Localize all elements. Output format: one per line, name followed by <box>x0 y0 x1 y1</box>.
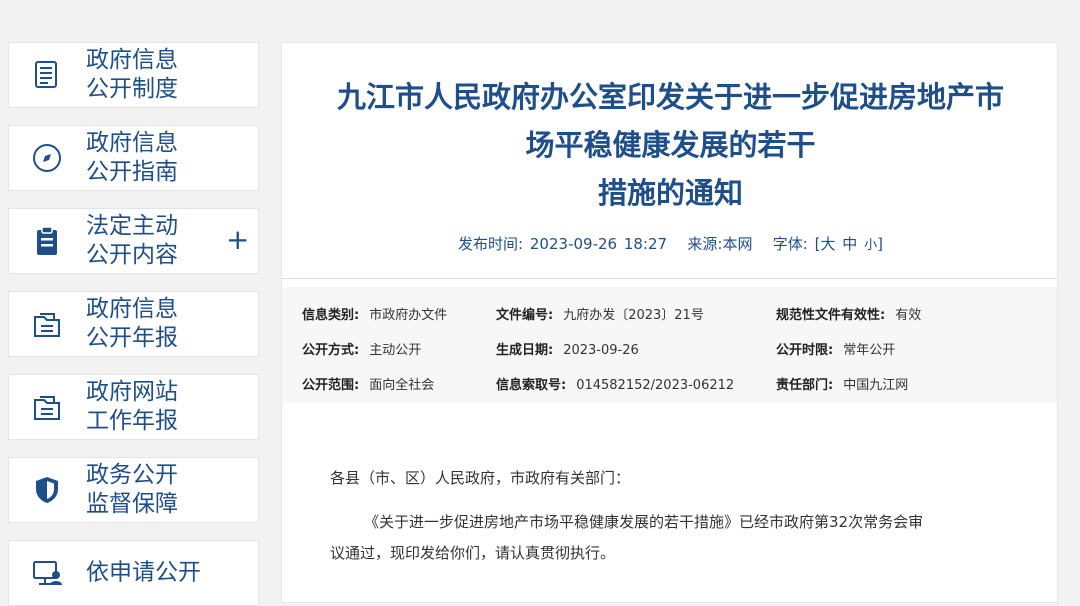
font-large-button[interactable]: 大 <box>820 235 835 253</box>
meta-value: 主动公开 <box>369 343 422 358</box>
meta-field: 信息类别: 市政府办文件 <box>302 304 447 323</box>
sidebar-item-label: 法定主动 公开内容 <box>86 213 178 268</box>
publish-time: 2023-09-26 18:27 <box>529 235 668 253</box>
font-medium-button[interactable]: 中 <box>842 235 857 253</box>
computer-user-icon <box>31 557 63 589</box>
source-label: 来源: <box>687 235 723 253</box>
meta-key: 责任部门: <box>776 378 834 393</box>
meta-key: 公开时限: <box>776 343 834 358</box>
meta-key: 生成日期: <box>496 343 554 358</box>
meta-value: 014582152/2023-06212 <box>576 378 735 393</box>
meta-key: 信息索取号: <box>496 378 567 393</box>
compass-icon <box>31 142 63 174</box>
sidebar-item-website-report[interactable]: 政府网站 工作年报 <box>8 374 259 440</box>
body-paragraph-line: 《关于进一步促进房地产市场平稳健康发展的若干措施》已经市政府第32次常务会审 <box>364 513 924 531</box>
meta-field: 文件编号: 九府办发〔2023〕21号 <box>496 304 704 323</box>
meta-value: 有效 <box>895 308 922 323</box>
folder-report-icon <box>31 308 63 340</box>
document-list-icon <box>31 59 63 91</box>
sidebar-item-label: 政务公开 监督保障 <box>86 462 178 517</box>
meta-key: 规范性文件有效性: <box>776 308 886 323</box>
metadata-table: 信息类别: 市政府办文件 文件编号: 九府办发〔2023〕21号 规范性文件有效性:… <box>282 287 1057 403</box>
folder-report-icon <box>31 391 63 423</box>
body-salutation: 各县（市、区）人民政府，市政府有关部门： <box>330 469 631 487</box>
shield-icon <box>31 474 63 506</box>
sidebar-item-label: 政府信息 公开制度 <box>86 47 178 102</box>
sidebar-item-statutory-content[interactable]: 法定主动 公开内容 + <box>8 208 259 274</box>
meta-value: 常年公开 <box>843 343 896 358</box>
sidebar-item-label: 政府信息 公开年报 <box>86 296 178 351</box>
sidebar-item-apply-disclosure[interactable]: 依申请公开 <box>8 540 259 606</box>
meta-key: 公开范围: <box>302 378 360 393</box>
meta-field: 规范性文件有效性: 有效 <box>776 304 921 323</box>
article-title: 九江市人民政府办公室印发关于进一步促进房地产市 场平稳健康发展的若干 措施的通知 <box>336 80 1004 210</box>
font-size-label: 字体: <box>772 235 808 253</box>
sidebar-item-label: 依申请公开 <box>86 559 201 586</box>
sidebar-item-annual-report[interactable]: 政府信息 公开年报 <box>8 291 259 357</box>
font-bracket-close: ] <box>877 235 883 253</box>
clipboard-icon <box>31 225 63 257</box>
meta-field: 公开时限: 常年公开 <box>776 339 895 358</box>
sidebar-item-supervision[interactable]: 政务公开 监督保障 <box>8 457 259 523</box>
meta-field: 生成日期: 2023-09-26 <box>496 339 639 358</box>
meta-value: 面向全社会 <box>369 378 435 393</box>
meta-field: 信息索取号: 014582152/2023-06212 <box>496 374 734 393</box>
meta-field: 公开范围: 面向全社会 <box>302 374 434 393</box>
meta-value: 市政府办文件 <box>369 308 448 323</box>
body-paragraph-line: 议通过，现印发给你们，请认真贯彻执行。 <box>330 544 616 562</box>
sidebar-item-label: 政府信息 公开指南 <box>86 130 178 185</box>
meta-value: 中国九江网 <box>843 378 909 393</box>
meta-value: 九府办发〔2023〕21号 <box>563 308 704 323</box>
meta-field: 责任部门: 中国九江网 <box>776 374 908 393</box>
sidebar-item-label: 政府网站 工作年报 <box>86 379 178 434</box>
font-small-button[interactable]: 小 <box>864 238 877 253</box>
sidebar-item-disclosure-guide[interactable]: 政府信息 公开指南 <box>8 125 259 191</box>
sidebar-item-disclosure-system[interactable]: 政府信息 公开制度 <box>8 42 259 108</box>
publish-time-label: 发布时间: <box>458 235 524 253</box>
expand-plus-icon[interactable]: + <box>226 223 249 257</box>
meta-key: 文件编号: <box>496 308 554 323</box>
publish-info: 发布时间: 2023-09-26 18:27 来源:本网 字体: [大 中 小] <box>282 233 1059 254</box>
meta-field: 公开方式: 主动公开 <box>302 339 421 358</box>
article-panel: 九江市人民政府办公室印发关于进一步促进房地产市 场平稳健康发展的若干 措施的通知… <box>281 42 1058 603</box>
meta-key: 公开方式: <box>302 343 360 358</box>
meta-key: 信息类别: <box>302 308 360 323</box>
divider <box>282 278 1057 279</box>
meta-value: 2023-09-26 <box>563 343 639 358</box>
source-value: 本网 <box>722 235 753 253</box>
